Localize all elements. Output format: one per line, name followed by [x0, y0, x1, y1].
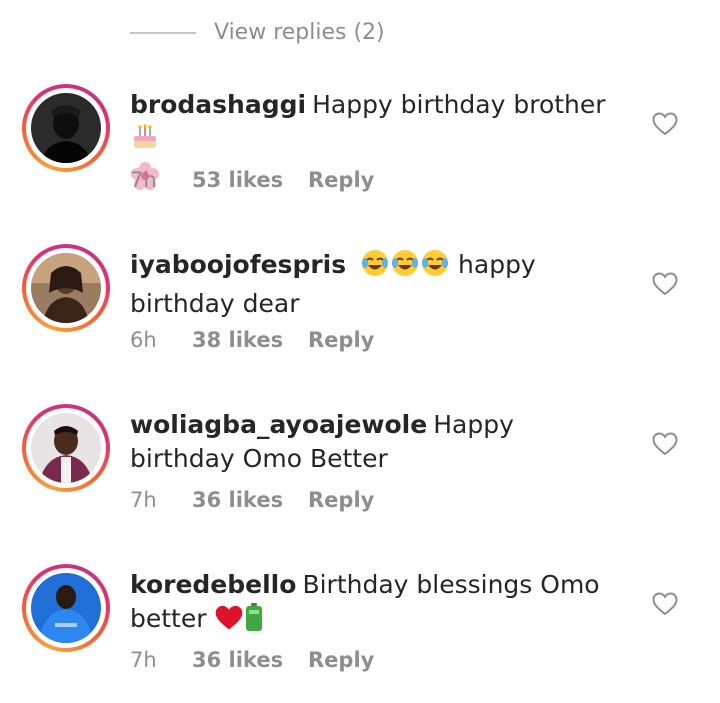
- reply-button[interactable]: Reply: [308, 488, 374, 512]
- heart-icon[interactable]: [652, 272, 678, 296]
- comment-time: 7h: [130, 168, 157, 192]
- avatar[interactable]: [22, 404, 110, 492]
- avatar-image: [31, 573, 101, 643]
- comment-username[interactable]: iyaboojofespris: [130, 250, 346, 279]
- avatar[interactable]: [22, 244, 110, 332]
- likes-count[interactable]: 38 likes: [192, 328, 308, 352]
- comment-time: 7h: [130, 488, 157, 512]
- likes-count[interactable]: 36 likes: [192, 648, 308, 672]
- view-replies-button[interactable]: View replies (2): [130, 18, 385, 48]
- heart-icon[interactable]: [652, 112, 678, 136]
- avatar[interactable]: [22, 84, 110, 172]
- red-heart-emoji: [214, 604, 244, 641]
- comment-time: 6h: [130, 328, 157, 352]
- comment-text: Happy birthday brother: [312, 90, 606, 119]
- comment-username[interactable]: koredebello: [130, 570, 296, 599]
- avatar[interactable]: [22, 564, 110, 652]
- comment-username[interactable]: woliagba_ayoajewole: [130, 410, 427, 439]
- avatar-image: [31, 413, 101, 483]
- avatar-image: [31, 93, 101, 163]
- view-replies-label: View replies (2): [214, 20, 385, 45]
- reply-button[interactable]: Reply: [308, 328, 374, 352]
- likes-count[interactable]: 53 likes: [192, 168, 308, 192]
- tears-of-joy-emoji: [360, 248, 390, 287]
- heart-icon[interactable]: [652, 432, 678, 456]
- likes-count[interactable]: 36 likes: [192, 488, 308, 512]
- comment-username[interactable]: brodashaggi: [130, 90, 306, 119]
- comment-time: 7h: [130, 648, 157, 672]
- reply-button[interactable]: Reply: [308, 168, 374, 192]
- reply-button[interactable]: Reply: [308, 648, 374, 672]
- birthday-cake-emoji: [130, 122, 160, 161]
- tears-of-joy-emoji: [390, 248, 420, 287]
- tears-of-joy-emoji: [420, 248, 450, 287]
- avatar-image: [31, 253, 101, 323]
- battery-emoji: [244, 602, 264, 641]
- divider-line: [130, 32, 196, 34]
- heart-icon[interactable]: [652, 592, 678, 616]
